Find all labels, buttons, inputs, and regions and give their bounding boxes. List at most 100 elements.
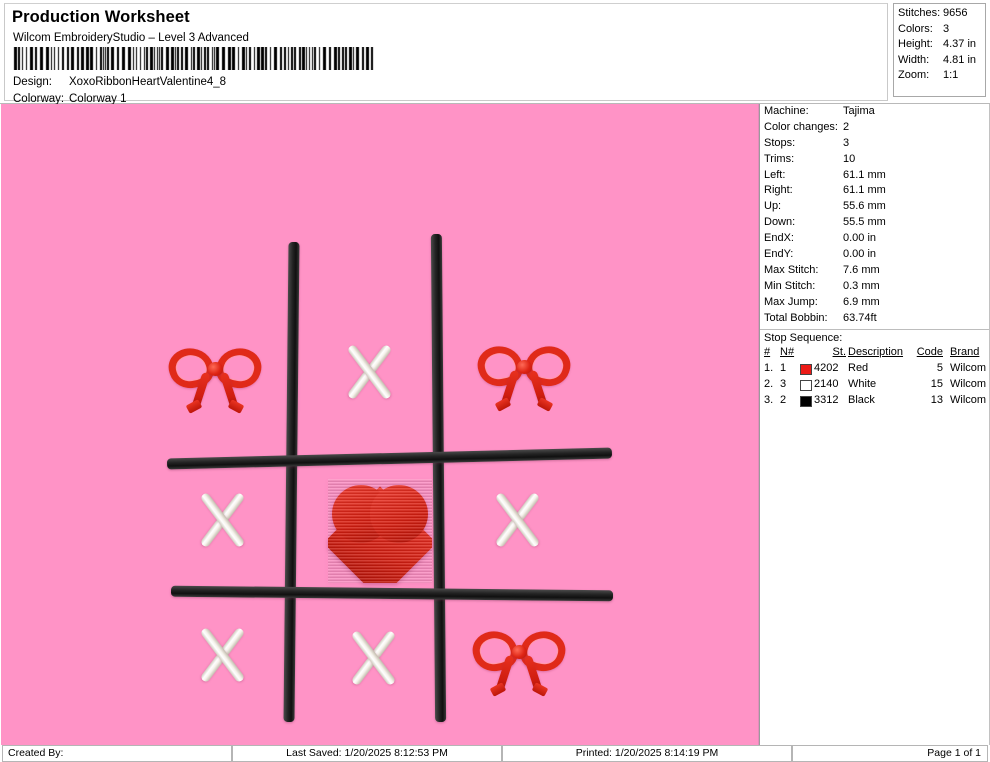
footer-created-by: Created By: [2,745,232,762]
thread-color-swatch [800,396,812,407]
stop-row-description: White [848,378,877,390]
machine-info-row: Max Jump: 6.9 mm [760,296,989,312]
stat-label: Height: [898,38,933,51]
stop-row-description: Black [848,394,875,406]
machine-info-panel: Machine: Tajima Color changes: 2 Stops: 3 Trim… [759,104,990,745]
machine-info-value: Tajima [843,105,875,117]
table-row: 2. 3 2140 White 15 Wilcom [760,378,989,394]
thread-color-swatch [800,364,812,375]
machine-info-value: 0.3 mm [843,279,880,292]
machine-info-label: Max Stitch: [764,263,819,276]
stop-row-number: 2. [764,378,774,390]
machine-info-label: Min Stitch: [764,279,816,292]
machine-info-label: Trims: [764,152,795,165]
machine-info-label: Max Jump: [764,295,818,308]
bow-tail-tip-right [227,399,245,414]
stat-label: Stitches: [898,7,941,19]
header-info-box: Production Worksheet Wilcom EmbroiderySt… [4,3,888,105]
machine-info-value: 2 [843,120,850,133]
stop-row-brand: Wilcom [950,378,987,390]
table-row: 3. 2 3312 Black 13 Wilcom [760,394,989,410]
stat-row-width: Width: 4.81 in [894,54,985,70]
stop-row-stitches: 4202 [814,362,839,374]
production-worksheet-page: Production Worksheet Wilcom EmbroiderySt… [0,0,990,762]
machine-info-value: 61.1 mm [843,168,886,181]
machine-info-label: Color changes: [764,120,838,133]
stat-label: Zoom: [898,69,930,82]
stop-sequence-title: Stop Sequence: [760,329,989,346]
stop-row-needle: 2 [780,394,787,406]
machine-info-row: Down: 55.5 mm [760,216,989,232]
footer-page-number: Page 1 of 1 [792,745,988,762]
grid-line-vertical-right [430,233,447,723]
stat-value: 1:1 [943,69,959,82]
grid-line-horizontal-top [166,447,613,470]
machine-info-row: Right: 61.1 mm [760,184,989,200]
stat-value: 9656 [943,7,968,19]
motif-x-r2c1 [184,482,260,558]
machine-info-label: Machine: [764,105,809,117]
machine-info-list: Machine: Tajima Color changes: 2 Stops: 3 Trim… [760,105,989,327]
machine-info-label: Right: [764,184,793,197]
machine-info-row: Max Stitch: 7.6 mm [760,264,989,280]
machine-info-value: 10 [843,152,856,165]
stop-row-code: 15 [930,378,943,390]
motif-x-r3c2 [335,620,411,696]
motif-bow-r1c3 [472,340,576,412]
col-header-code: Code [916,346,943,358]
stat-row-stitches: Stitches: 9656 [894,7,985,23]
machine-info-label: Total Bobbin: [764,311,828,324]
stat-label: Colors: [898,22,933,35]
stat-value: 3 [943,22,950,35]
worksheet-footer: Created By: Last Saved: 1/20/2025 8:12:5… [0,745,990,762]
table-row: 1. 1 4202 Red 5 Wilcom [760,362,989,378]
heart-fill [328,479,432,583]
motif-x-r2c3 [479,482,555,558]
bow-tail-tip-right [531,682,549,697]
machine-info-value: 61.1 mm [843,184,886,197]
stop-row-stitches: 3312 [814,394,839,406]
machine-info-value: 7.6 mm [843,263,880,276]
machine-info-row: Trims: 10 [760,153,989,169]
stop-sequence-table: # N# St. Description Code Brand 1. 1 4202 R… [760,346,989,410]
bow-knot [208,362,223,376]
stop-row-number: 1. [764,362,774,374]
machine-info-value: 6.9 mm [843,295,880,308]
stat-row-colors: Colors: 3 [894,23,985,39]
machine-info-label: Stops: [764,136,796,149]
stop-row-description: Red [848,362,869,374]
footer-last-saved: Last Saved: 1/20/2025 8:12:53 PM [232,745,502,762]
design-canvas-area [0,104,759,745]
bow-knot [512,645,527,659]
machine-info-value: 55.5 mm [843,216,886,229]
machine-info-value: 55.6 mm [843,200,886,213]
stat-value: 4.37 in [943,38,977,51]
stop-row-code: 13 [930,394,943,406]
stop-row-stitches: 2140 [814,378,839,390]
col-header-description: Description [848,346,904,358]
machine-info-row: EndX: 0.00 in [760,232,989,248]
stat-label: Width: [898,53,930,66]
stop-row-code: 5 [936,362,943,374]
machine-info-value: 0.00 in [843,248,877,261]
machine-info-label: EndX: [764,232,794,245]
machine-info-row: Left: 61.1 mm [760,169,989,185]
bow-tail-tip-right [536,397,554,412]
machine-info-row: Up: 55.6 mm [760,200,989,216]
grid-line-horizontal-bottom [170,585,614,602]
motif-bow-r3c3 [467,625,571,697]
machine-info-value: 3 [843,136,850,149]
stop-row-number: 3. [764,394,774,406]
motif-bow-r1c1 [163,342,267,414]
col-header-needle: N# [780,346,795,358]
footer-printed: Printed: 1/20/2025 8:14:19 PM [502,745,792,762]
thread-color-swatch [800,380,812,391]
motif-x-r3c1 [184,617,260,693]
embroidery-design-preview [1,104,758,745]
machine-info-row: Min Stitch: 0.3 mm [760,280,989,296]
machine-info-row: Stops: 3 [760,137,989,153]
machine-info-row: Total Bobbin: 63.74ft [760,312,989,328]
machine-info-value: 63.74ft [843,311,877,324]
machine-info-row: Machine: Tajima [760,105,989,121]
stat-row-zoom: Zoom: 1:1 [894,69,985,85]
